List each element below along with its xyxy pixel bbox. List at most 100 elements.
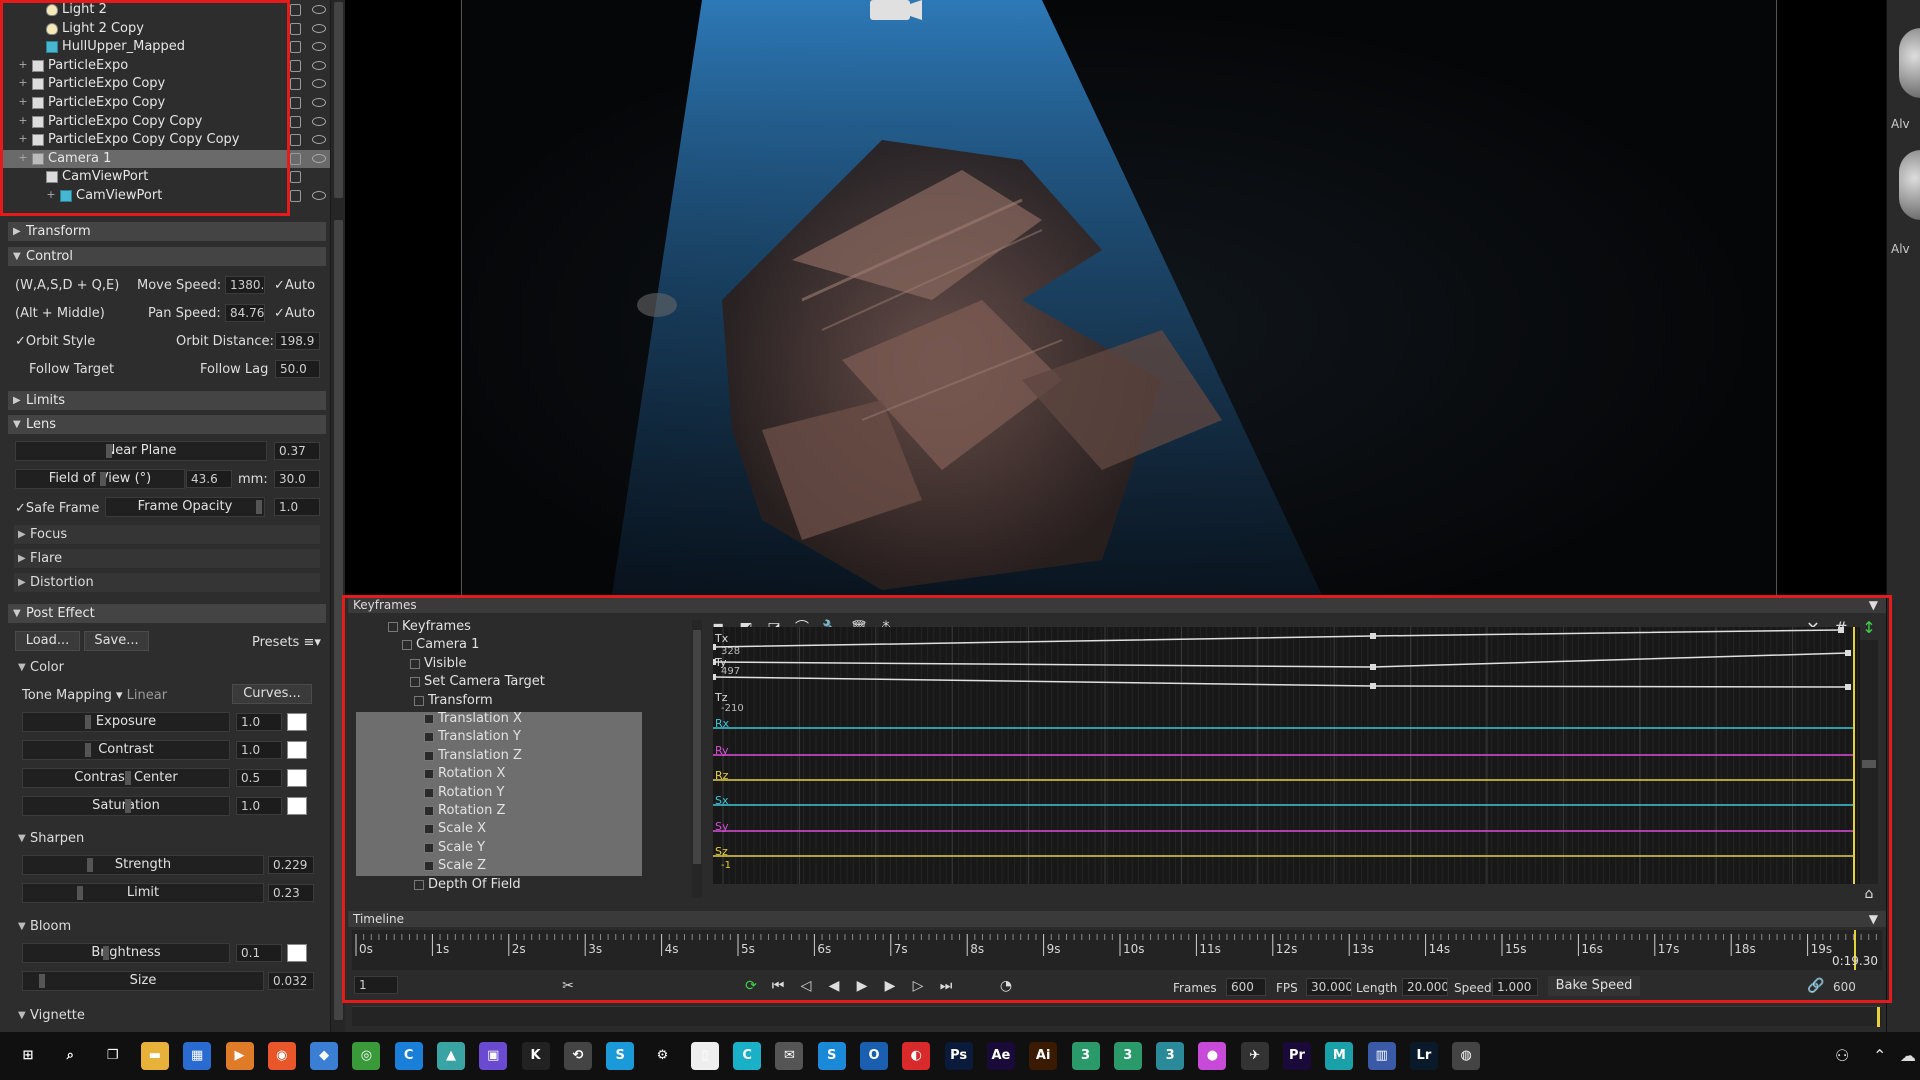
section-limits[interactable]: ▶ Limits — [8, 391, 326, 410]
media-player-icon[interactable]: ▶ — [225, 1042, 254, 1070]
near-plane-field[interactable]: 0.37 — [274, 442, 320, 460]
eye-icon[interactable] — [312, 98, 326, 107]
eye-icon[interactable] — [312, 116, 326, 126]
section-lens[interactable]: ▼ Lens — [8, 415, 326, 434]
lock-icon[interactable] — [290, 22, 301, 35]
contrast-field[interactable]: 1.0 — [236, 741, 282, 759]
slider-knob[interactable] — [39, 974, 45, 988]
task-view-icon[interactable]: ❐ — [99, 1042, 127, 1070]
app-icon-c2[interactable]: C — [733, 1042, 762, 1070]
slider-knob[interactable] — [85, 715, 91, 729]
orbit-distance-field[interactable]: 198.9 — [275, 332, 320, 350]
load-button[interactable]: Load... — [15, 631, 80, 651]
slider-knob[interactable] — [77, 886, 83, 900]
tray-chevron-icon[interactable]: ⌃ — [1873, 1046, 1886, 1065]
lock-icon[interactable] — [290, 171, 301, 184]
slider-knob[interactable] — [256, 500, 262, 514]
lock-icon[interactable] — [290, 190, 301, 202]
skype-icon[interactable]: S — [606, 1042, 635, 1070]
saturation-field[interactable]: 1.0 — [236, 797, 282, 815]
fov-slider[interactable]: Field of View (°) — [15, 469, 185, 489]
slider-knob[interactable] — [125, 771, 131, 785]
settings-icon[interactable]: ⚙ — [649, 1042, 677, 1070]
lock-icon[interactable] — [290, 134, 301, 147]
app-icon-3b[interactable]: 3 — [1113, 1042, 1142, 1070]
slider-knob[interactable] — [85, 743, 91, 757]
people-icon[interactable]: ⚇ — [1835, 1046, 1849, 1065]
exposure-color-swatch[interactable] — [287, 713, 307, 731]
app-icon-3[interactable]: ▣ — [479, 1042, 508, 1070]
subsection-flare[interactable]: ▶ Flare — [14, 549, 320, 568]
brightness-field[interactable]: 0.1 — [236, 944, 282, 962]
store-icon[interactable]: ▦ — [183, 1042, 212, 1070]
brightness-color-swatch[interactable] — [287, 944, 307, 962]
material-ball-preview[interactable] — [1899, 28, 1920, 98]
skype-icon-2[interactable]: S — [817, 1042, 846, 1070]
lock-icon[interactable] — [290, 4, 301, 16]
size-field[interactable]: 0.032 — [268, 972, 314, 990]
exposure-slider[interactable]: Exposure — [22, 712, 230, 732]
saturation-color-swatch[interactable] — [287, 797, 307, 815]
contrast-center-slider[interactable]: Contrast Center — [22, 768, 230, 788]
lock-icon[interactable] — [290, 115, 301, 128]
brightness-slider[interactable]: Brightness — [22, 943, 230, 963]
slider-knob[interactable] — [87, 858, 93, 872]
contrast-color-swatch[interactable] — [287, 741, 307, 759]
mm-field[interactable]: 30.0 — [274, 470, 320, 488]
chrome-icon[interactable]: ◎ — [352, 1042, 381, 1070]
document-icon[interactable]: ▯ — [690, 1042, 719, 1070]
app-icon-3a[interactable]: 3 — [1071, 1042, 1100, 1070]
cloud-icon[interactable]: ☁ — [1900, 1046, 1916, 1065]
file-explorer-icon[interactable]: ▬ — [140, 1042, 169, 1070]
app-icon-3c[interactable]: 3 — [1156, 1042, 1185, 1070]
premiere-icon[interactable]: Pr — [1283, 1042, 1311, 1070]
follow-lag-field[interactable]: 50.0 — [275, 360, 320, 378]
limit-field[interactable]: 0.23 — [268, 884, 314, 902]
lock-icon[interactable] — [290, 59, 301, 72]
mail-icon[interactable]: ✉ — [775, 1042, 804, 1070]
outliner-scroll-thumb[interactable] — [334, 2, 343, 198]
limit-slider[interactable]: Limit — [22, 883, 264, 903]
eye-icon[interactable] — [312, 5, 326, 14]
app-icon-2[interactable]: ▲ — [437, 1042, 465, 1070]
strength-field[interactable]: 0.229 — [268, 856, 314, 874]
tone-mapping-dropdown[interactable]: Tone Mapping ▾ Linear — [22, 687, 167, 705]
contrast-center-field[interactable]: 0.5 — [236, 769, 282, 787]
subsection-distortion[interactable]: ▶ Distortion — [14, 573, 320, 592]
frame-opacity-field[interactable]: 1.0 — [274, 498, 320, 516]
app-icon-1[interactable]: ◆ — [310, 1042, 339, 1070]
lock-icon[interactable] — [290, 152, 301, 165]
slider-knob[interactable] — [100, 472, 106, 486]
pan-speed-field[interactable]: 84.76 — [225, 304, 265, 322]
outlook-icon[interactable]: O — [860, 1042, 888, 1070]
fov-field[interactable]: 43.6 — [186, 470, 232, 488]
near-plane-slider[interactable]: Near Plane — [15, 441, 267, 461]
app-icon-k[interactable]: K — [521, 1042, 550, 1070]
eye-icon[interactable] — [312, 135, 326, 145]
frame-opacity-slider[interactable]: Frame Opacity — [105, 497, 265, 517]
eye-icon[interactable] — [312, 42, 326, 52]
eye-icon[interactable] — [312, 153, 326, 163]
lightroom-icon[interactable]: Lr — [1409, 1042, 1438, 1070]
subsection-sharpen[interactable]: ▼ Sharpen — [14, 829, 320, 848]
app-icon-c[interactable]: C — [394, 1042, 423, 1070]
lock-icon[interactable] — [290, 41, 301, 54]
3d-viewport[interactable] — [462, 0, 1776, 595]
contrast-center-color-swatch[interactable] — [287, 769, 307, 787]
exposure-field[interactable]: 1.0 — [236, 713, 282, 731]
app-icon-8[interactable]: ◍ — [1452, 1042, 1481, 1070]
subsection-bloom[interactable]: ▼ Bloom — [14, 917, 320, 936]
after-effects-icon[interactable]: Ae — [986, 1042, 1015, 1070]
app-icon-6[interactable]: ✈ — [1240, 1042, 1269, 1070]
presets-menu[interactable]: Presets ≡▾ — [252, 634, 321, 652]
curves-button[interactable]: Curves... — [232, 684, 312, 704]
section-transform[interactable]: ▶ Transform — [8, 222, 326, 241]
subsection-focus[interactable]: ▶ Focus — [14, 525, 320, 544]
eye-icon[interactable] — [312, 191, 326, 200]
auto-move-checkbox[interactable]: ✓Auto — [274, 277, 315, 295]
subsection-vignette[interactable]: ▼ Vignette — [14, 1006, 320, 1025]
auto-pan-checkbox[interactable]: ✓Auto — [274, 305, 315, 323]
contrast-slider[interactable]: Contrast — [22, 740, 230, 760]
orbit-style-checkbox[interactable]: ✓Orbit Style — [15, 333, 95, 351]
section-control[interactable]: ▼ Control — [8, 247, 326, 266]
